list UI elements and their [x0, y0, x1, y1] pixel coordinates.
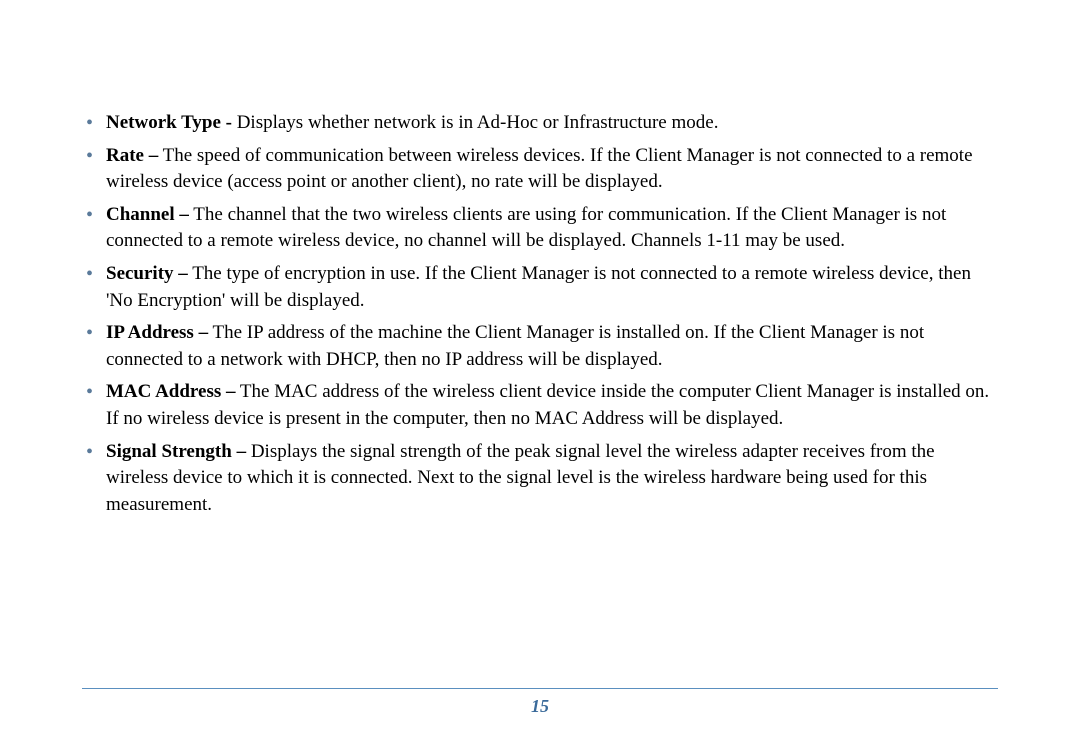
term-description: The channel that the two wireless client…: [106, 204, 946, 252]
term-label: Rate –: [106, 145, 158, 166]
list-item: Network Type - Displays whether network …: [82, 110, 998, 137]
list-item: IP Address – The IP address of the machi…: [82, 320, 998, 373]
term-label: Security –: [106, 263, 188, 284]
page-number: 15: [0, 694, 1080, 719]
list-item: MAC Address – The MAC address of the wir…: [82, 379, 998, 432]
definition-list: Network Type - Displays whether network …: [82, 110, 998, 518]
term-description: The type of encryption in use. If the Cl…: [106, 263, 971, 311]
term-label: Network Type -: [106, 112, 232, 133]
term-description: The IP address of the machine the Client…: [106, 322, 924, 370]
term-label: MAC Address –: [106, 381, 236, 402]
list-item: Rate – The speed of communication betwee…: [82, 143, 998, 196]
term-label: Signal Strength –: [106, 441, 246, 462]
content-area: Network Type - Displays whether network …: [82, 110, 998, 518]
list-item: Security – The type of encryption in use…: [82, 261, 998, 314]
term-description: Displays whether network is in Ad-Hoc or…: [232, 112, 719, 133]
list-item: Channel – The channel that the two wirel…: [82, 202, 998, 255]
term-label: IP Address –: [106, 322, 208, 343]
term-description: The MAC address of the wireless client d…: [106, 381, 989, 429]
term-label: Channel –: [106, 204, 189, 225]
term-description: The speed of communication between wirel…: [106, 145, 973, 193]
list-item: Signal Strength – Displays the signal st…: [82, 439, 998, 519]
footer-rule: [82, 688, 998, 689]
